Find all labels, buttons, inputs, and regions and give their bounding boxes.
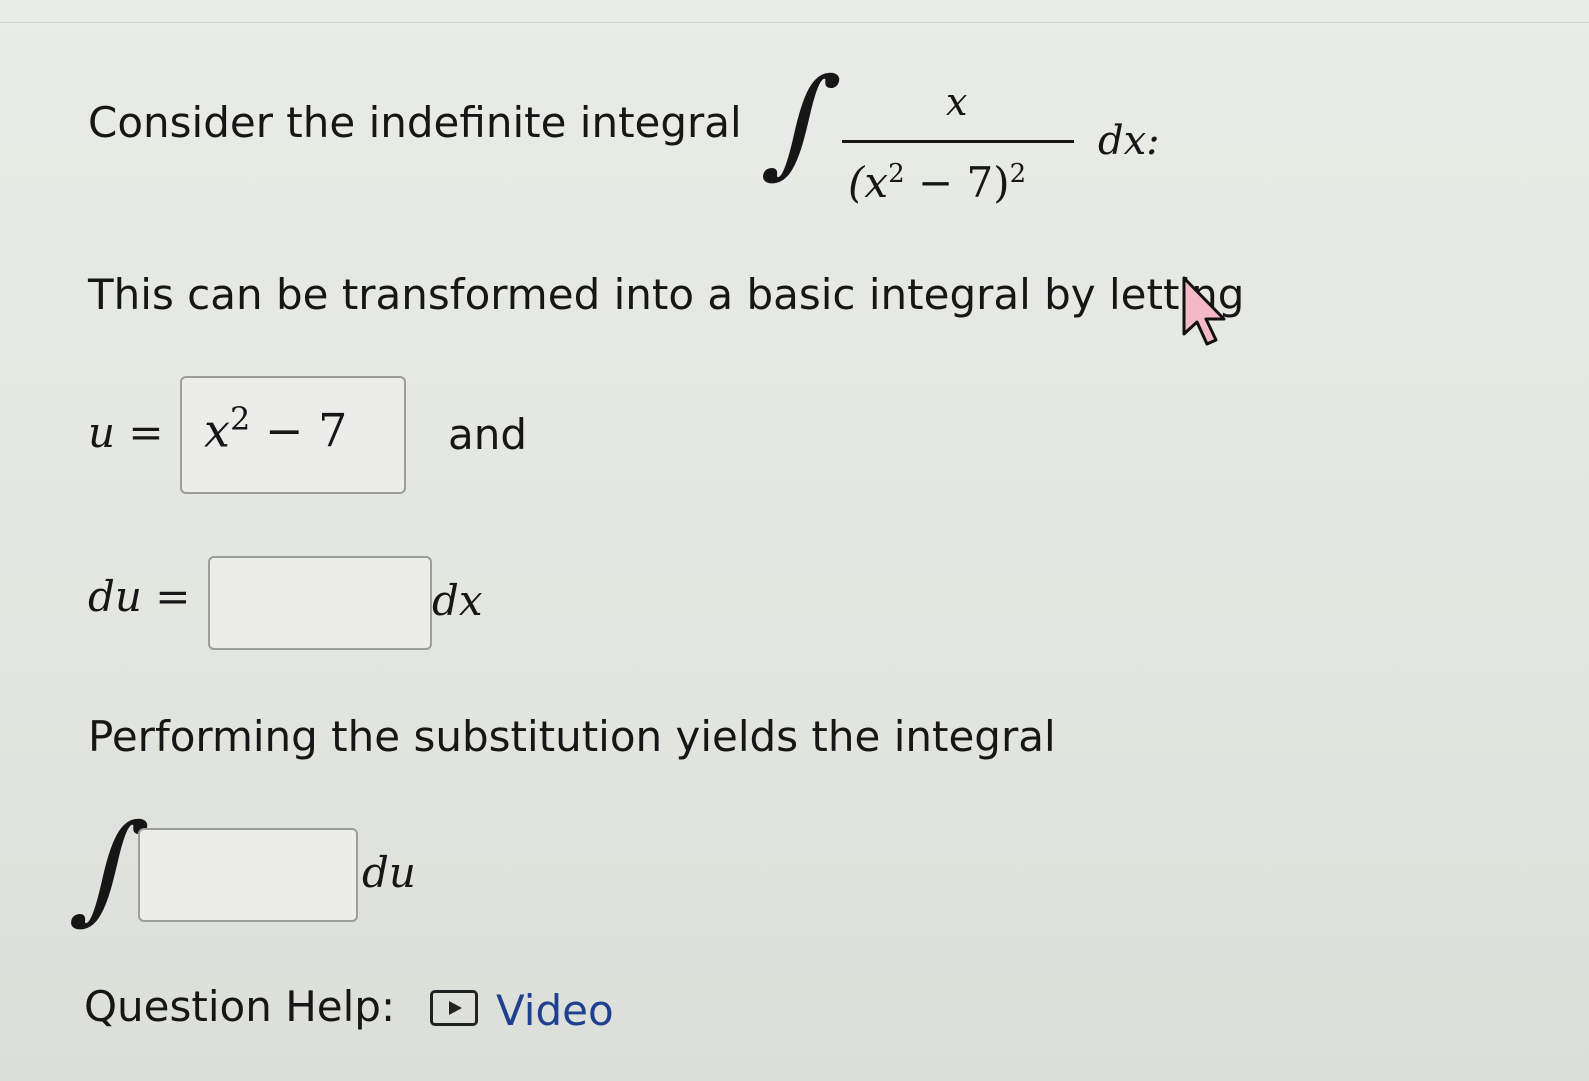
mouse-pointer-icon [1182, 276, 1226, 346]
video-link[interactable]: Video [496, 986, 614, 1035]
du-suffix: dx [432, 576, 483, 625]
u-answer-value: x2 − 7 [204, 400, 347, 457]
denominator-base: (x [848, 158, 889, 207]
substitution-suffix: du [362, 848, 416, 897]
fraction-bar [842, 140, 1074, 143]
question-help-label: Question Help: [84, 982, 396, 1031]
integral-sign: ∫ [757, 52, 849, 190]
transform-text: This can be transformed into a basic int… [88, 270, 1245, 319]
u-value-exponent: 2 [229, 400, 251, 438]
denominator-outer-exponent: 2 [1009, 159, 1027, 189]
play-video-icon[interactable] [430, 990, 478, 1026]
u-answer-input[interactable]: x2 − 7 [180, 376, 406, 494]
denominator-rest: − 7) [904, 158, 1010, 207]
integral-denominator: (x2 − 7)2 [848, 158, 1026, 207]
problem-intro: Consider the indefinite integral [88, 98, 742, 147]
du-label: du = [88, 572, 191, 621]
integral-numerator: x [946, 80, 968, 124]
denominator-inner-exponent: 2 [888, 159, 905, 189]
integral-differential: dx: [1098, 118, 1160, 164]
u-label: u = [88, 408, 164, 457]
u-value-base: x [204, 403, 230, 458]
du-answer-input[interactable] [208, 556, 432, 650]
u-value-rest: − 7 [250, 403, 348, 458]
and-connector: and [448, 410, 528, 459]
top-divider [0, 22, 1589, 23]
substitution-text: Performing the substitution yields the i… [88, 712, 1056, 761]
integrand-answer-input[interactable] [138, 828, 358, 922]
